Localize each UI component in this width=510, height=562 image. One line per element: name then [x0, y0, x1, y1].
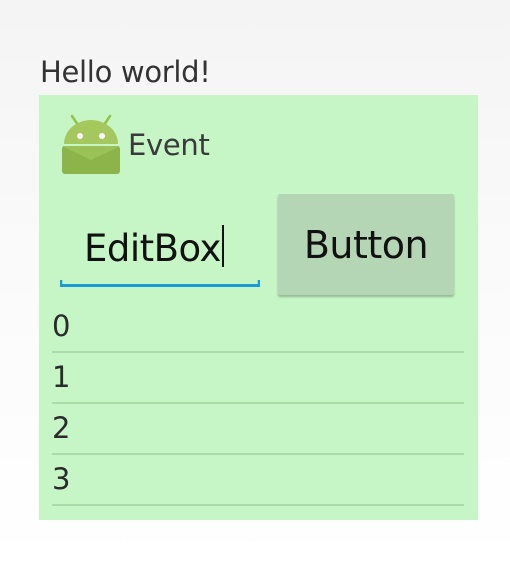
action-button[interactable]: Button: [278, 194, 454, 295]
android-robot-icon: [62, 114, 120, 174]
list-item[interactable]: 3: [52, 456, 464, 506]
list-item[interactable]: 2: [52, 405, 464, 455]
list-item[interactable]: 0: [52, 303, 464, 353]
hello-text: Hello world!: [40, 55, 211, 89]
edit-box-value: EditBox: [84, 227, 221, 270]
edit-box[interactable]: EditBox: [60, 213, 260, 287]
event-label: Event: [128, 128, 210, 162]
event-header: Event: [58, 113, 210, 177]
edit-box-text[interactable]: EditBox: [84, 225, 224, 272]
text-caret: [221, 225, 224, 267]
event-panel: Event EditBox Button 0 1 2 3: [39, 95, 478, 520]
number-list: 0 1 2 3: [52, 303, 464, 507]
edit-box-underline: [60, 280, 260, 287]
list-item[interactable]: 1: [52, 354, 464, 404]
